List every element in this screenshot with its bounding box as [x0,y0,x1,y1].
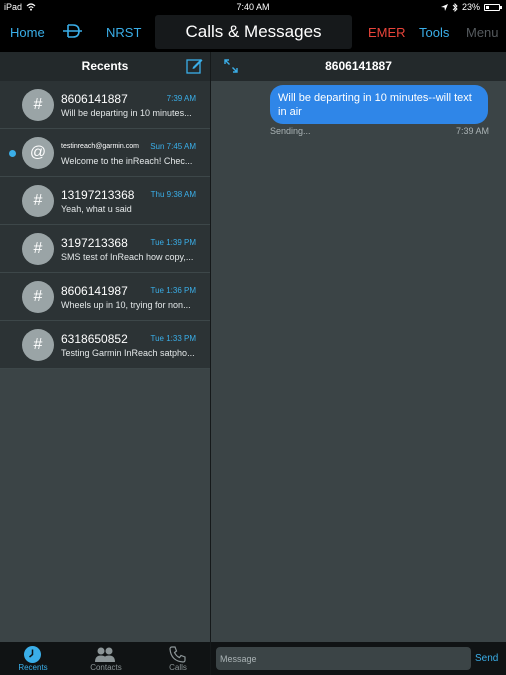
recent-item-time: Tue 1:33 PM [150,334,196,343]
recent-item-snippet: Will be departing in 10 minutes... [61,108,192,118]
avatar: # [22,233,54,265]
message-bubble: Will be departing in 10 minutes--will te… [270,85,488,124]
avatar: # [22,89,54,121]
avatar: # [22,281,54,313]
location-icon [440,3,448,11]
tab-recents[interactable]: Recents [3,642,63,675]
send-button[interactable]: Send [475,653,498,664]
tab-calls[interactable]: Calls [148,642,208,675]
tools-button[interactable]: Tools [419,25,449,40]
recent-item[interactable]: # 8606141987 Tue 1:36 PM Wheels up in 10… [0,273,210,321]
recent-item-snippet: Wheels up in 10, trying for non... [61,300,191,310]
tab-label: Calls [169,663,187,672]
avatar: # [22,185,54,217]
recent-item[interactable]: # 3197213368 Tue 1:39 PM SMS test of InR… [0,225,210,273]
recent-item-snippet: Testing Garmin InReach satpho... [61,348,195,358]
recents-list: # 8606141887 7:39 AM Will be departing i… [0,81,210,369]
compose-bar: Send [211,642,506,675]
bluetooth-icon [452,2,458,12]
expand-icon[interactable] [223,58,239,74]
recents-header: Recents [0,52,210,81]
menu-button[interactable]: Menu [466,25,499,40]
tab-contacts[interactable]: Contacts [76,642,136,675]
recent-item-time: Tue 1:36 PM [150,286,196,295]
recent-item-title: testinreach@garmin.com [61,143,139,150]
recent-item-title: 8606141987 [61,284,128,298]
contacts-icon [95,647,115,662]
recent-item-snippet: Yeah, what u said [61,204,132,214]
battery-percent: 23% [461,2,480,12]
emergency-button[interactable]: EMER [368,25,406,40]
home-button[interactable]: Home [10,25,45,40]
unread-dot [9,150,16,157]
battery-icon [484,3,502,11]
conversation-header: 8606141887 [211,52,506,81]
conversation-panel: 8606141887 Will be departing in 10 minut… [211,52,506,642]
tab-label: Contacts [90,663,122,672]
recents-title: Recents [81,59,129,73]
recent-item-title: 13197213368 [61,188,135,202]
avatar: @ [22,137,54,169]
recent-item[interactable]: # 13197213368 Thu 9:38 AM Yeah, what u s… [0,177,210,225]
route-icon [63,24,82,38]
route-button[interactable] [62,23,84,42]
compose-icon[interactable] [186,57,203,74]
clock-icon [24,646,41,663]
recent-item[interactable]: # 6318650852 Tue 1:33 PM Testing Garmin … [0,321,210,369]
recent-item-time: Thu 9:38 AM [150,190,196,199]
phone-icon [169,646,186,663]
recent-item-time: 7:39 AM [166,94,196,103]
recents-panel: Recents # 8606141887 7:39 AM Will be dep… [0,52,210,642]
status-time: 7:40 AM [236,2,270,12]
message-time: 7:39 AM [455,126,489,136]
recent-item-time: Sun 7:45 AM [150,142,196,151]
message-status: Sending... [270,126,311,136]
recent-item-time: Tue 1:39 PM [150,238,196,247]
recent-item-snippet: SMS test of InReach how copy,... [61,252,194,262]
recent-item-title: 6318650852 [61,332,128,346]
status-bar: iPad 7:40 AM 23% [0,0,506,14]
message-input[interactable] [216,647,471,670]
recent-item[interactable]: @ testinreach@garmin.com Sun 7:45 AM Wel… [0,129,210,177]
avatar: # [22,329,54,361]
bottom-tab-bar: Recents Contacts Calls [0,642,210,675]
recent-item-snippet: Welcome to the inReach! Chec... [61,156,193,166]
nrst-button[interactable]: NRST [106,25,141,40]
tab-label: Recents [18,663,48,672]
conversation-title: 8606141887 [325,59,392,73]
page-title: Calls & Messages [155,15,352,49]
recent-item[interactable]: # 8606141887 7:39 AM Will be departing i… [0,81,210,129]
top-nav-bar: Home NRST Calls & Messages EMER Tools Me… [0,14,506,52]
recent-item-title: 8606141887 [61,92,128,106]
recent-item-title: 3197213368 [61,236,128,250]
